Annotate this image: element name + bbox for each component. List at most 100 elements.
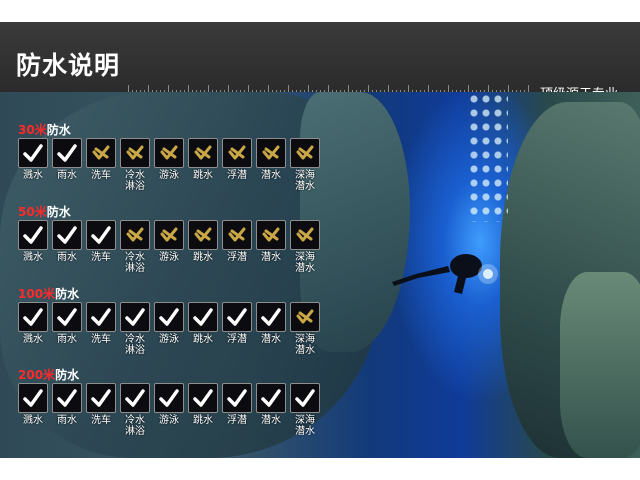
activity-cell: 溅水 — [18, 302, 48, 345]
activity-cell: 雨水 — [52, 302, 82, 345]
activity-cell: 深海 潜水 — [290, 302, 320, 356]
activity-cell: 洗车 — [86, 220, 116, 263]
check-icon — [18, 302, 48, 332]
activity-label: 溅水 — [23, 334, 43, 345]
activity-cell: 游泳 — [154, 383, 184, 426]
activity-cell: 浮潜 — [222, 138, 252, 181]
bubbles — [468, 92, 508, 222]
waterproof-text: 防水 — [55, 368, 80, 382]
activity-label: 洗车 — [91, 252, 111, 263]
check-icon — [154, 302, 184, 332]
activity-label: 溅水 — [23, 252, 43, 263]
check-icon — [86, 302, 116, 332]
check-icon — [52, 220, 82, 250]
activity-cell: 溅水 — [18, 220, 48, 263]
check-crossed-icon — [290, 220, 320, 250]
activity-cell: 深海 潜水 — [290, 383, 320, 437]
activity-cell: 溅水 — [18, 383, 48, 426]
check-crossed-icon — [290, 138, 320, 168]
check-icon — [256, 383, 286, 413]
activity-label: 潜水 — [261, 334, 281, 345]
activity-label: 潜水 — [261, 252, 281, 263]
activity-cell: 浮潜 — [222, 383, 252, 426]
activity-label: 洗车 — [91, 334, 111, 345]
check-icon — [18, 383, 48, 413]
activity-cell: 游泳 — [154, 302, 184, 345]
activity-cell: 溅水 — [18, 138, 48, 181]
activity-label: 洗车 — [91, 170, 111, 181]
activity-cell: 深海 潜水 — [290, 138, 320, 192]
check-icon — [86, 383, 116, 413]
activity-cell: 雨水 — [52, 138, 82, 181]
check-crossed-icon — [256, 138, 286, 168]
depth-rating-label: 30米防水 — [18, 123, 71, 137]
check-icon — [290, 383, 320, 413]
activity-label: 冷水 淋浴 — [125, 170, 145, 192]
activity-cell: 浮潜 — [222, 302, 252, 345]
check-crossed-icon — [222, 138, 252, 168]
check-icon — [52, 383, 82, 413]
activity-cell: 游泳 — [154, 220, 184, 263]
activity-cell: 跳水 — [188, 383, 218, 426]
activity-cell: 潜水 — [256, 220, 286, 263]
check-crossed-icon — [222, 220, 252, 250]
activity-label: 跳水 — [193, 415, 213, 426]
check-crossed-icon — [120, 220, 150, 250]
check-crossed-icon — [188, 220, 218, 250]
activity-label: 跳水 — [193, 334, 213, 345]
activity-label: 深海 潜水 — [295, 334, 315, 356]
rock-ledge — [560, 272, 640, 458]
activity-cell: 潜水 — [256, 302, 286, 345]
activity-label: 浮潜 — [227, 252, 247, 263]
activity-cell: 洗车 — [86, 138, 116, 181]
check-crossed-icon — [86, 138, 116, 168]
activity-cell: 跳水 — [188, 302, 218, 345]
activity-label: 跳水 — [193, 252, 213, 263]
check-crossed-icon — [188, 138, 218, 168]
depth-value: 100米 — [18, 287, 56, 301]
check-icon — [222, 383, 252, 413]
activity-cell: 深海 潜水 — [290, 220, 320, 274]
activity-cell: 冷水 淋浴 — [120, 138, 150, 192]
check-icon — [222, 302, 252, 332]
check-icon — [18, 138, 48, 168]
waterproof-text: 防水 — [46, 205, 71, 219]
activity-label: 洗车 — [91, 415, 111, 426]
check-icon — [52, 138, 82, 168]
check-crossed-icon — [290, 302, 320, 332]
check-icon — [18, 220, 48, 250]
check-crossed-icon — [154, 138, 184, 168]
activity-label: 游泳 — [159, 415, 179, 426]
activity-cell: 跳水 — [188, 220, 218, 263]
activity-label: 雨水 — [57, 415, 77, 426]
activity-label: 深海 潜水 — [295, 252, 315, 274]
check-icon — [120, 383, 150, 413]
activity-label: 浮潜 — [227, 415, 247, 426]
check-icon — [120, 302, 150, 332]
depth-rating-label: 50米防水 — [18, 205, 71, 219]
activity-cell: 冷水 淋浴 — [120, 220, 150, 274]
activity-label: 冷水 淋浴 — [125, 252, 145, 274]
check-icon — [188, 383, 218, 413]
activity-label: 深海 潜水 — [295, 415, 315, 437]
activity-cell: 潜水 — [256, 138, 286, 181]
activity-label: 潜水 — [261, 170, 281, 181]
activity-cell: 洗车 — [86, 383, 116, 426]
activity-cell: 跳水 — [188, 138, 218, 181]
activity-label: 深海 潜水 — [295, 170, 315, 192]
waterproof-text: 防水 — [55, 287, 80, 301]
depth-value: 30米 — [18, 123, 47, 137]
activity-label: 雨水 — [57, 252, 77, 263]
page-title: 防水说明 — [16, 51, 121, 80]
activity-cell: 洗车 — [86, 302, 116, 345]
check-icon — [188, 302, 218, 332]
activity-cell: 潜水 — [256, 383, 286, 426]
check-icon — [52, 302, 82, 332]
check-icon — [154, 383, 184, 413]
activity-label: 潜水 — [261, 415, 281, 426]
activity-label: 溅水 — [23, 415, 43, 426]
depth-rating-label: 100米防水 — [18, 287, 79, 301]
activity-label: 游泳 — [159, 252, 179, 263]
activity-label: 浮潜 — [227, 334, 247, 345]
activity-label: 游泳 — [159, 170, 179, 181]
